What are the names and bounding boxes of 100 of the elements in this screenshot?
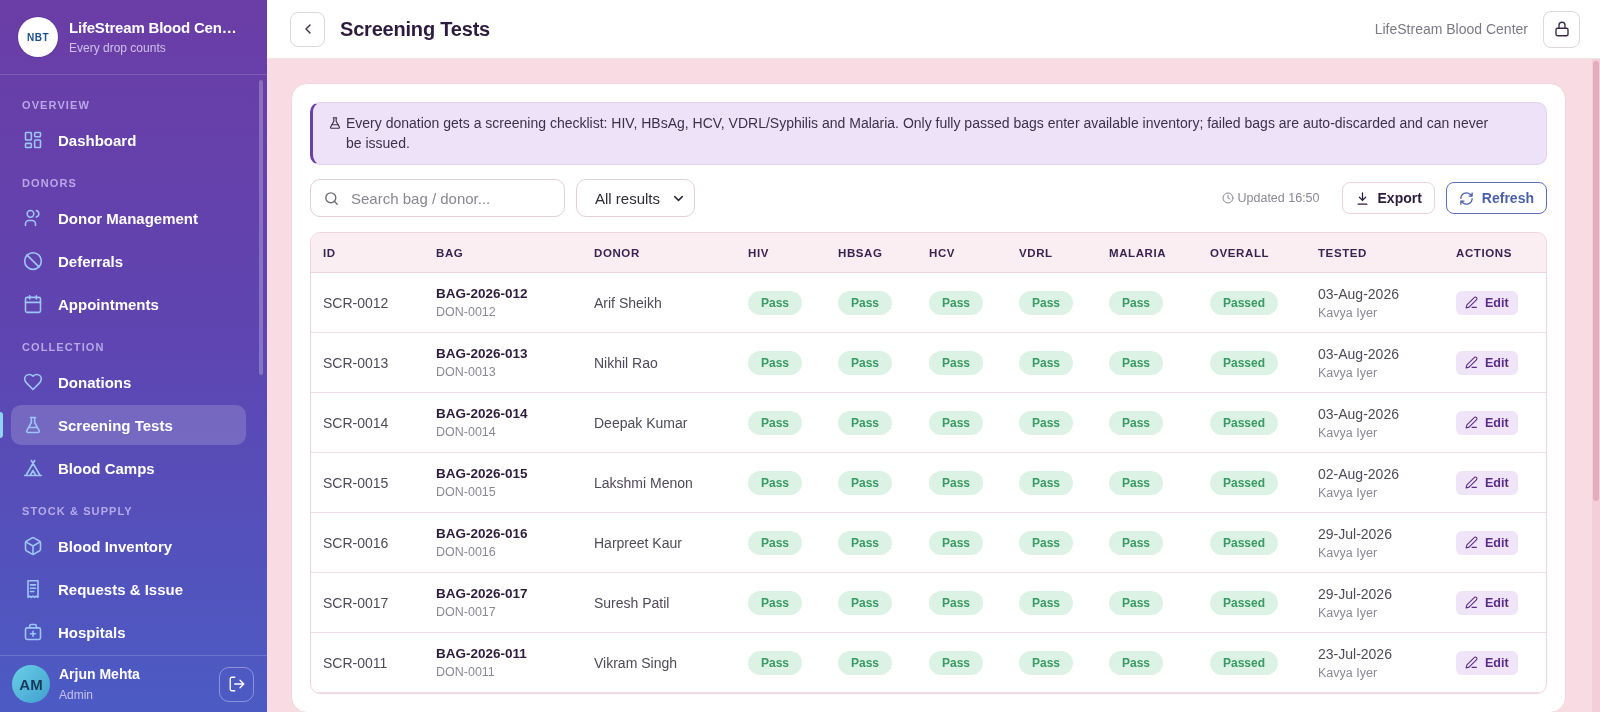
result-badge: Pass — [748, 590, 803, 615]
grid-icon — [23, 130, 43, 150]
cube-icon — [23, 536, 43, 556]
result-badge: Pass — [929, 650, 984, 675]
table-cell: SCR-0011 — [323, 654, 388, 671]
edit-button[interactable]: Edit — [1456, 650, 1518, 675]
result-badge: Pass — [929, 410, 984, 435]
result-badge: Pass — [748, 410, 803, 435]
tester-name: Kavya Iyer — [1318, 425, 1378, 440]
nav-item[interactable]: Requests & Issue — [11, 569, 246, 609]
results-filter[interactable]: All results — [576, 179, 695, 217]
test-date: 29-Jul-2026 — [1318, 525, 1392, 542]
edit-button[interactable]: Edit — [1456, 350, 1518, 375]
brand-tagline: Every drop counts — [69, 41, 167, 55]
status-badge: Passed — [1210, 350, 1279, 375]
test-date: 03-Aug-2026 — [1318, 345, 1399, 362]
table-cell: SCR-0017 — [323, 594, 389, 611]
logout-icon — [227, 675, 246, 693]
nav-item[interactable]: Blood Camps — [11, 448, 246, 488]
edit-button[interactable]: Edit — [1456, 470, 1518, 495]
donor-id: DON-0011 — [436, 665, 495, 679]
tent-icon — [23, 458, 43, 478]
table-cell: SCR-0013 — [323, 354, 389, 371]
lock-icon — [1552, 20, 1571, 38]
result-badge: Pass — [929, 350, 984, 375]
result-badge: Pass — [1109, 590, 1164, 615]
nav-item[interactable]: Appointments — [11, 284, 246, 324]
result-badge: Pass — [1019, 290, 1074, 315]
test-date: 29-Jul-2026 — [1318, 585, 1392, 602]
column-header: ID — [322, 246, 337, 259]
nav-item[interactable]: Screening Tests — [11, 405, 246, 445]
edit-button[interactable]: Edit — [1456, 590, 1518, 615]
page-title: Screening Tests — [340, 17, 491, 41]
user-name: Arjun Mehta — [59, 666, 140, 682]
result-badge: Pass — [929, 470, 984, 495]
column-header: MALARIA — [1108, 246, 1168, 259]
pencil-icon — [1465, 416, 1478, 429]
column-header: BAG — [435, 246, 465, 259]
result-badge: Pass — [1109, 290, 1164, 315]
edit-button[interactable]: Edit — [1456, 410, 1518, 435]
donor-name: Nikhil Rao — [594, 354, 658, 371]
result-badge: Pass — [838, 650, 893, 675]
organization-name: LifeStream Blood Center — [1374, 21, 1528, 37]
calendar-icon — [23, 294, 43, 314]
edit-button[interactable]: Edit — [1456, 530, 1518, 555]
status-badge: Passed — [1210, 650, 1279, 675]
result-badge: Pass — [1109, 530, 1164, 555]
column-header: HCV — [928, 246, 957, 259]
test-date: 23-Jul-2026 — [1318, 645, 1392, 662]
refresh-button[interactable]: Refresh — [1445, 182, 1547, 214]
tester-name: Kavya Iyer — [1318, 305, 1378, 320]
nav-item[interactable]: Hospitals — [11, 612, 246, 652]
result-badge: Pass — [748, 530, 803, 555]
lock-button[interactable] — [1543, 10, 1580, 48]
result-badge: Pass — [838, 350, 893, 375]
scrollbar-thumb[interactable] — [1593, 61, 1599, 501]
result-badge: Pass — [838, 290, 893, 315]
table-cell: SCR-0014 — [323, 414, 389, 431]
export-button[interactable]: Export — [1341, 182, 1435, 214]
result-badge: Pass — [1109, 410, 1164, 435]
status-badge: Passed — [1210, 590, 1279, 615]
result-badge: Pass — [1019, 350, 1074, 375]
test-date: 03-Aug-2026 — [1318, 285, 1399, 302]
nav-item[interactable]: Blood Inventory — [11, 526, 246, 566]
pencil-icon — [1465, 596, 1478, 609]
nav-item[interactable]: Donations — [11, 362, 246, 402]
tester-name: Kavya Iyer — [1318, 485, 1378, 500]
column-header: OVERALL — [1209, 246, 1271, 259]
status-badge: Passed — [1210, 290, 1279, 315]
tester-name: Kavya Iyer — [1318, 545, 1378, 560]
updated-time: Updated 16:50 — [1237, 191, 1320, 205]
result-badge: Pass — [929, 590, 984, 615]
search-field[interactable]: Search bag / donor... — [310, 179, 565, 217]
edit-button[interactable]: Edit — [1456, 290, 1518, 315]
donor-name: Suresh Patil — [594, 594, 670, 611]
result-badge: Pass — [748, 350, 803, 375]
status-badge: Passed — [1210, 470, 1279, 495]
donor-id: DON-0016 — [436, 545, 496, 559]
pencil-icon — [1465, 476, 1478, 489]
brand-logo: NBT — [18, 17, 58, 57]
back-button[interactable] — [290, 11, 325, 47]
result-badge: Pass — [748, 650, 803, 675]
column-header: HBSAG — [837, 246, 884, 259]
result-badge: Pass — [1019, 530, 1074, 555]
logout-button[interactable] — [219, 666, 254, 702]
result-badge: Pass — [1019, 410, 1074, 435]
search-icon — [323, 190, 340, 207]
nav-item[interactable]: Dashboard — [11, 120, 246, 160]
tester-name: Kavya Iyer — [1318, 605, 1378, 620]
nav-item[interactable]: Donor Management — [11, 198, 246, 238]
section-label: DONORS — [21, 177, 77, 190]
nav-item[interactable]: Deferrals — [11, 241, 246, 281]
bag-number: BAG-2026-011 — [436, 646, 527, 661]
clock-icon — [1221, 192, 1234, 204]
donor-id: DON-0014 — [436, 425, 496, 439]
bag-number: BAG-2026-017 — [436, 586, 528, 601]
pencil-icon — [1465, 656, 1478, 669]
scrollbar-thumb[interactable] — [259, 80, 263, 375]
tester-name: Kavya Iyer — [1318, 365, 1378, 380]
pencil-icon — [1465, 356, 1478, 369]
